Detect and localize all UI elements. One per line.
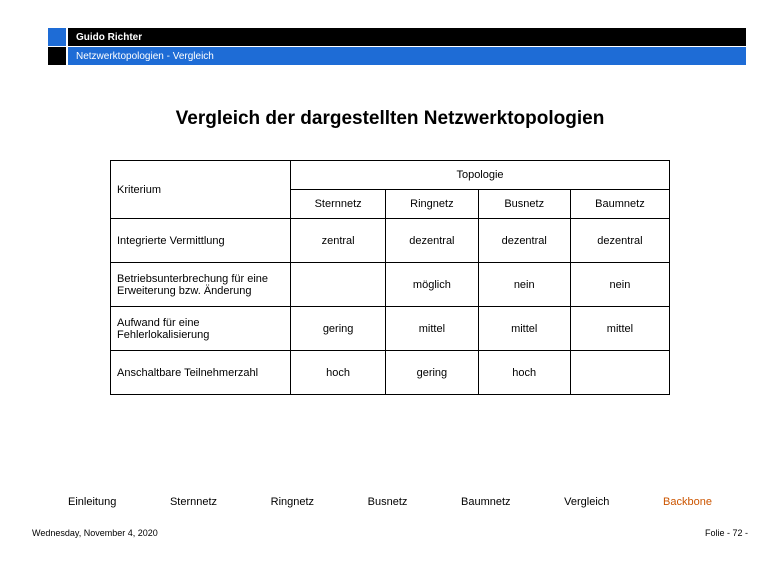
comparison-table-wrap: Kriterium Topologie Sternnetz Ringnetz B… — [110, 160, 670, 395]
nav-busnetz[interactable]: Busnetz — [368, 496, 408, 508]
header-bands: Guido Richter Netzwerktopologien - Vergl… — [28, 28, 752, 78]
criterion-header: Kriterium — [111, 161, 291, 219]
nav-baumnetz[interactable]: Baumnetz — [461, 496, 511, 508]
cell: mittel — [478, 307, 570, 351]
cell: gering — [386, 351, 478, 395]
accent-square-black — [48, 47, 66, 65]
topology-header: Topologie — [291, 161, 670, 190]
table-row: Betriebsunterbrechung für eine Erweiteru… — [111, 263, 670, 307]
cell: hoch — [291, 351, 386, 395]
table-row: Anschaltbare Teilnehmerzahl hoch gering … — [111, 351, 670, 395]
row-label: Anschaltbare Teilnehmerzahl — [111, 351, 291, 395]
table-row: Aufwand für eine Fehlerlokalisierung ger… — [111, 307, 670, 351]
cell: dezentral — [478, 219, 570, 263]
nav-vergleich[interactable]: Vergleich — [564, 496, 609, 508]
cell: möglich — [386, 263, 478, 307]
row-label: Betriebsunterbrechung für eine Erweiteru… — [111, 263, 291, 307]
page-title: Vergleich der dargestellten Netzwerktopo… — [28, 108, 752, 130]
footer-page: Folie - 72 - — [705, 528, 748, 538]
table-row: Integrierte Vermittlung zentral dezentra… — [111, 219, 670, 263]
cell — [291, 263, 386, 307]
subtitle-text: Netzwerktopologien - Vergleich — [76, 51, 214, 62]
cell: dezentral — [570, 219, 669, 263]
footer: Wednesday, November 4, 2020 Folie - 72 - — [28, 528, 752, 538]
cell: zentral — [291, 219, 386, 263]
col-baumnetz: Baumnetz — [570, 190, 669, 219]
cell: nein — [478, 263, 570, 307]
accent-square-blue — [48, 28, 66, 46]
row-label: Aufwand für eine Fehlerlokalisierung — [111, 307, 291, 351]
bottom-nav: Einleitung Sternnetz Ringnetz Busnetz Ba… — [28, 496, 752, 508]
col-busnetz: Busnetz — [478, 190, 570, 219]
cell: gering — [291, 307, 386, 351]
nav-sternnetz[interactable]: Sternnetz — [170, 496, 217, 508]
nav-einleitung[interactable]: Einleitung — [68, 496, 116, 508]
cell: hoch — [478, 351, 570, 395]
author-name: Guido Richter — [76, 32, 142, 43]
cell: mittel — [386, 307, 478, 351]
cell: dezentral — [386, 219, 478, 263]
slide: Guido Richter Netzwerktopologien - Vergl… — [28, 28, 752, 542]
nav-backbone[interactable]: Backbone — [663, 496, 712, 508]
cell: nein — [570, 263, 669, 307]
row-label: Integrierte Vermittlung — [111, 219, 291, 263]
author-band: Guido Richter — [68, 28, 746, 46]
col-ringnetz: Ringnetz — [386, 190, 478, 219]
cell — [570, 351, 669, 395]
nav-ringnetz[interactable]: Ringnetz — [271, 496, 314, 508]
col-sternnetz: Sternnetz — [291, 190, 386, 219]
footer-date: Wednesday, November 4, 2020 — [32, 528, 158, 538]
comparison-table: Kriterium Topologie Sternnetz Ringnetz B… — [110, 160, 670, 395]
cell: mittel — [570, 307, 669, 351]
subtitle-band: Netzwerktopologien - Vergleich — [68, 47, 746, 65]
